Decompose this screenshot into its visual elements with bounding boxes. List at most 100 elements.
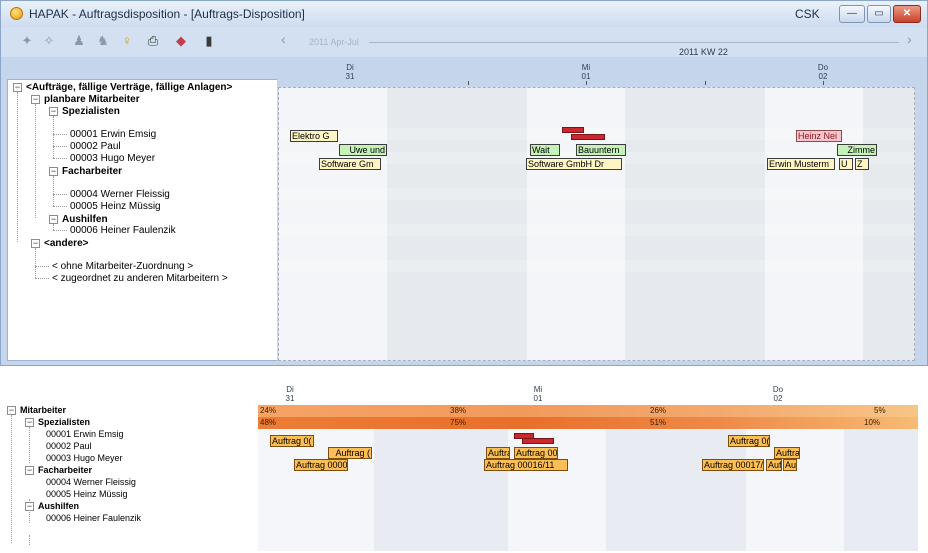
- conflict-bar[interactable]: [571, 134, 605, 140]
- employee-tree: − <Aufträge, fällige Verträge, fällige A…: [7, 79, 277, 361]
- restore-button[interactable]: ▭: [867, 5, 891, 23]
- timeline-header: ‹ 2011 Apr-Jul › 2011 KW 22 Di 31 Mi 01 …: [277, 29, 927, 87]
- collapse-icon[interactable]: −: [25, 502, 34, 511]
- day-header-wed: Mi 01: [566, 63, 606, 81]
- capacity-grid[interactable]: 24% 38% 26% 5% 48% 75% 51% 10% Auftrag 0…: [258, 405, 918, 551]
- order-bar[interactable]: Heinz Nei: [796, 130, 842, 142]
- tree-item-employee[interactable]: 00005 Heinz Müssig: [70, 201, 161, 213]
- day-header-tue: Di 31: [330, 63, 370, 81]
- order-bar[interactable]: Auftra: [486, 447, 510, 459]
- range-right-chevron-icon[interactable]: ›: [907, 31, 912, 47]
- tree-root[interactable]: <Aufträge, fällige Verträge, fällige Anl…: [26, 82, 232, 94]
- order-bar[interactable]: Auftrag 0000: [294, 459, 348, 471]
- order-bar[interactable]: Auftrag 00(: [514, 447, 558, 459]
- capacity-tree: − Mitarbeiter − Spezialisten 00001 Erwin…: [2, 405, 258, 553]
- range-scroll-line[interactable]: [369, 42, 899, 43]
- tree-item-unassigned[interactable]: < ohne Mitarbeiter-Zuordnung >: [52, 261, 193, 273]
- close-button[interactable]: ✕: [893, 5, 921, 23]
- collapse-icon[interactable]: −: [25, 466, 34, 475]
- order-bar[interactable]: Aul: [783, 459, 797, 471]
- collapse-icon[interactable]: −: [25, 418, 34, 427]
- exit-door-icon[interactable]: ▮: [201, 33, 217, 49]
- tree-item-assigned-others[interactable]: < zugeordnet zu anderen Mitarbeitern >: [52, 273, 228, 285]
- user-label: CSK: [795, 7, 820, 21]
- order-bar[interactable]: Auftrag 00016/11: [484, 459, 568, 471]
- tree-item-employee[interactable]: 00001 Erwin Emsig: [70, 129, 156, 141]
- conflict-bar[interactable]: [522, 438, 554, 444]
- day-name: Do: [772, 385, 784, 394]
- collapse-icon[interactable]: −: [31, 239, 40, 248]
- puzzle-pair-icon[interactable]: ✧: [41, 33, 57, 49]
- order-bar[interactable]: Auf: [766, 459, 782, 471]
- tree-item-employee[interactable]: 00004 Werner Fleissig: [46, 477, 136, 488]
- utilization-value: 75%: [450, 418, 467, 427]
- day-number: 02: [773, 394, 783, 403]
- collapse-icon[interactable]: −: [7, 406, 16, 415]
- order-bar[interactable]: Elektro G: [290, 130, 338, 142]
- day-name: Mi: [581, 63, 591, 72]
- tree-item-employee[interactable]: 00003 Hugo Meyer: [46, 453, 123, 464]
- puzzle-icon[interactable]: ✦: [19, 33, 35, 49]
- collapse-icon[interactable]: −: [13, 83, 22, 92]
- title-bar: HAPAK - Auftragsdisposition - [Auftrags-…: [1, 1, 927, 27]
- tree-item-employee[interactable]: 00006 Heiner Faulenzik: [46, 513, 141, 524]
- tree-group-facharbeiter[interactable]: Facharbeiter: [62, 166, 122, 178]
- collapse-icon[interactable]: −: [49, 107, 58, 116]
- tree-item-employee[interactable]: 00003 Hugo Meyer: [70, 153, 155, 165]
- order-bar[interactable]: Auftra: [774, 447, 800, 459]
- order-bar[interactable]: Software Gm: [319, 158, 381, 170]
- minimize-button[interactable]: —: [839, 5, 865, 23]
- day-name: Mi: [533, 385, 543, 394]
- utilization-value: 10%: [864, 418, 881, 427]
- capacity-header: Di 31 Mi 01 Do 02: [258, 373, 918, 403]
- tree-item-employee[interactable]: 00001 Erwin Emsig: [46, 429, 124, 440]
- time-tick: [823, 81, 824, 85]
- day-number: 01: [581, 72, 591, 81]
- order-bar[interactable]: Uwe und: [339, 144, 387, 156]
- printer-icon[interactable]: ⎙: [145, 33, 161, 49]
- tree-item-employee[interactable]: 00002 Paul: [70, 141, 121, 153]
- order-bar[interactable]: Auftrag (: [328, 447, 372, 459]
- tree-root[interactable]: Mitarbeiter: [20, 405, 66, 416]
- app-icon: [10, 7, 23, 20]
- tree-item-employee[interactable]: 00005 Heinz Müssig: [46, 489, 128, 500]
- order-bar[interactable]: Erwin Musterm: [767, 158, 835, 170]
- tree-group-spezialisten[interactable]: Spezialisten: [62, 106, 120, 118]
- tree-item-employee[interactable]: 00006 Heiner Faulenzik: [70, 225, 176, 237]
- tree-item-employee[interactable]: 00002 Paul: [46, 441, 92, 452]
- person-walk-icon[interactable]: ♞: [95, 33, 111, 49]
- day-header-thu: Do 02: [758, 385, 798, 403]
- conflict-bar[interactable]: [562, 127, 584, 133]
- order-bar[interactable]: U: [839, 158, 853, 170]
- person-icon[interactable]: ♟: [71, 33, 87, 49]
- day-name: Di: [346, 63, 354, 72]
- tree-group-facharbeiter[interactable]: Facharbeiter: [38, 465, 92, 476]
- tree-group-andere[interactable]: <andere>: [44, 238, 88, 250]
- order-bar[interactable]: Bauuntern: [576, 144, 626, 156]
- main-window: HAPAK - Auftragsdisposition - [Auftrags-…: [0, 0, 928, 366]
- day-number: 31: [345, 72, 355, 81]
- order-bar[interactable]: Auftrag 00017/: [702, 459, 764, 471]
- order-bar[interactable]: Zimme: [837, 144, 877, 156]
- order-bar[interactable]: Auftrag 0(: [270, 435, 314, 447]
- collapse-icon[interactable]: −: [31, 95, 40, 104]
- grid-row: [279, 260, 914, 272]
- bulb-icon[interactable]: ♀: [119, 33, 135, 49]
- utilization-value: 26%: [650, 406, 667, 415]
- range-left-chevron-icon[interactable]: ‹: [281, 31, 286, 47]
- tree-group-aushilfen[interactable]: Aushilfen: [38, 501, 79, 512]
- tree-group-planbar[interactable]: planbare Mitarbeiter: [44, 94, 140, 106]
- time-tick: [468, 81, 469, 85]
- tree-group-spezialisten[interactable]: Spezialisten: [38, 417, 90, 428]
- tree-item-employee[interactable]: 00004 Werner Fleissig: [70, 189, 170, 201]
- book-icon[interactable]: ◆: [173, 33, 189, 49]
- grid-row: [279, 224, 914, 236]
- order-bar[interactable]: Auftrag 0(: [728, 435, 770, 447]
- order-bar[interactable]: Wait: [530, 144, 560, 156]
- collapse-icon[interactable]: −: [49, 167, 58, 176]
- order-bar[interactable]: Z: [855, 158, 869, 170]
- order-bar[interactable]: Software GmbH Dr: [526, 158, 622, 170]
- grid-row: [279, 188, 914, 200]
- schedule-grid[interactable]: Elektro G Heinz Nei Uwe und Wait Bauunte…: [278, 87, 915, 361]
- collapse-icon[interactable]: −: [49, 215, 58, 224]
